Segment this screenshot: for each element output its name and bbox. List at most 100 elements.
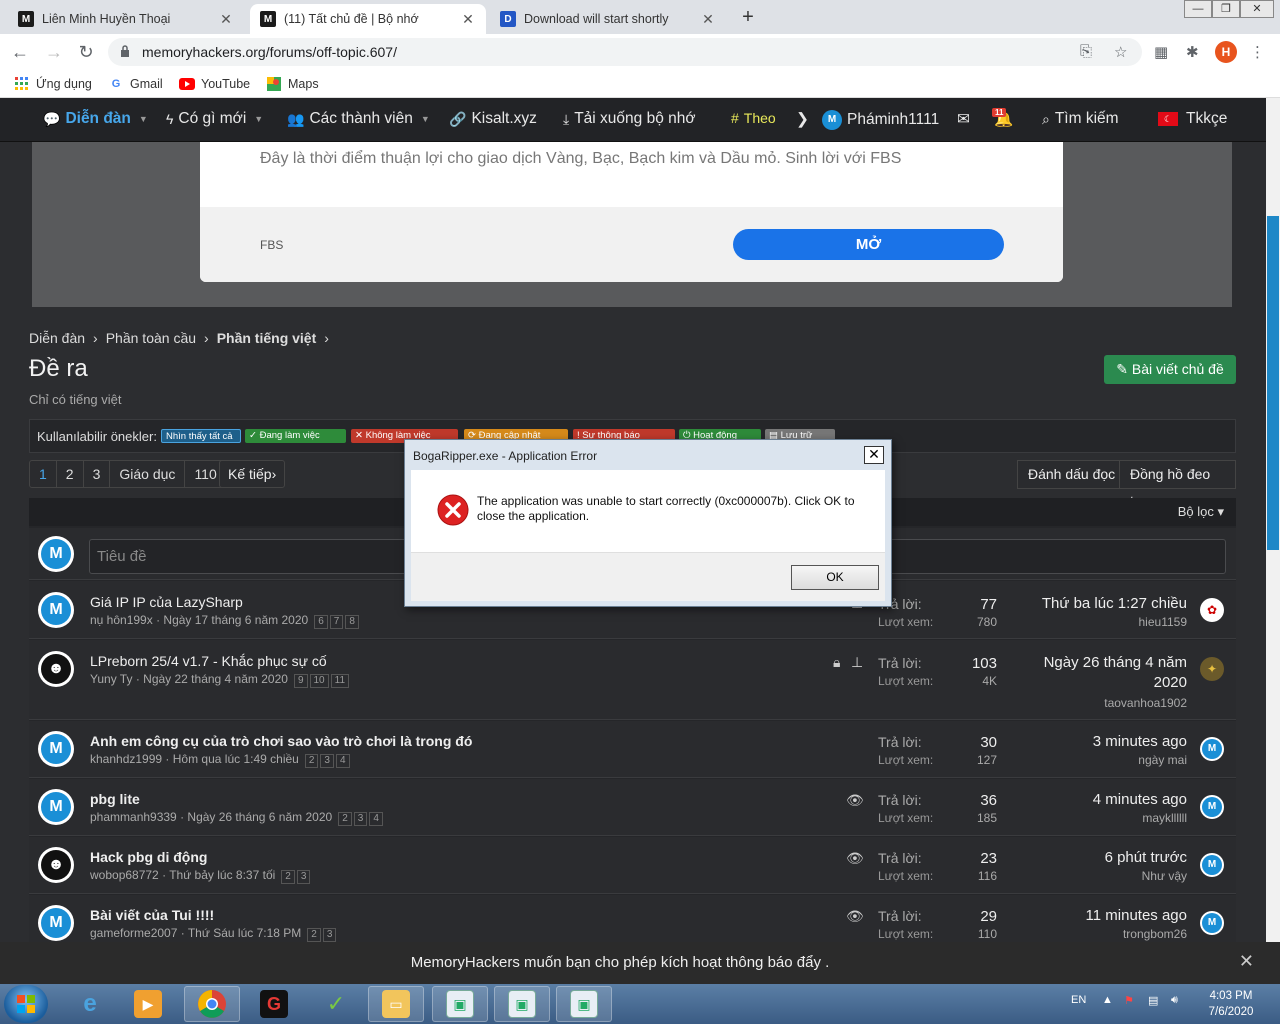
thread-date[interactable]: Ngày 17 tháng 6 năm 2020 xyxy=(163,613,308,627)
bookmark-maps[interactable]: Maps xyxy=(266,76,319,92)
nav-language[interactable]: ☾ Tkkçe xyxy=(1158,110,1227,128)
dialog-close-button[interactable]: ✕ xyxy=(864,446,884,464)
page-link[interactable]: 2 xyxy=(57,461,84,487)
last-post-time[interactable]: 6 phút trước xyxy=(1105,849,1187,866)
tab-close-icon[interactable]: ✕ xyxy=(460,11,476,28)
last-poster-avatar[interactable]: ✿ xyxy=(1200,598,1224,622)
tab-close-icon[interactable]: ✕ xyxy=(218,11,234,28)
minimize-button[interactable]: — xyxy=(1184,0,1212,18)
table-row[interactable]: ☻ Hack pbg di động wobop68772 · Thứ bảy … xyxy=(29,837,1236,894)
thread-date[interactable]: Ngày 22 tháng 4 năm 2020 xyxy=(143,672,288,686)
tab-close-icon[interactable]: ✕ xyxy=(700,11,716,28)
taskbar-explorer[interactable]: ▭ xyxy=(368,986,424,1022)
page-jump[interactable]: Giáo dục xyxy=(110,461,186,487)
restore-button[interactable]: ❐ xyxy=(1212,0,1240,18)
thread-date[interactable]: Ngày 26 tháng 6 năm 2020 xyxy=(187,810,332,824)
filter-dropdown[interactable]: Bộ lọc ▾ xyxy=(1178,504,1224,520)
close-icon[interactable]: ✕ xyxy=(1239,951,1254,972)
last-poster[interactable]: ngày mai xyxy=(1138,753,1187,767)
last-poster-avatar[interactable]: M xyxy=(1200,737,1224,761)
thread-page-link[interactable]: 2 xyxy=(304,754,319,768)
chevron-right-icon[interactable]: ❯ xyxy=(796,110,809,129)
extensions-puzzle-icon[interactable]: ✱ xyxy=(1186,43,1199,61)
thread-page-link[interactable]: 2 xyxy=(338,812,352,826)
last-poster[interactable]: maykllllll xyxy=(1142,811,1187,825)
thread-author[interactable]: gameforme2007 xyxy=(90,926,177,940)
watch-forum-button[interactable]: Đồng hồ đeo tay xyxy=(1119,460,1236,509)
bookmark-star-icon[interactable]: ☆ xyxy=(1114,43,1127,61)
thread-author[interactable]: nụ hôn199x xyxy=(90,613,153,627)
language-indicator[interactable]: EN xyxy=(1071,994,1086,1006)
avatar[interactable]: M xyxy=(38,905,74,941)
thread-title[interactable]: Anh em công cụ của trò chơi sao vào trò … xyxy=(90,733,472,749)
mark-read-button[interactable]: Đánh dấu đọc xyxy=(1017,460,1127,489)
thread-title[interactable]: pbg lite xyxy=(90,791,140,807)
action-center-flag-icon[interactable]: ⚑ xyxy=(1124,994,1134,1007)
page-link[interactable]: 3 xyxy=(84,461,111,487)
last-poster-avatar[interactable]: M xyxy=(1200,911,1224,935)
thread-author[interactable]: khanhdz1999 xyxy=(90,752,162,766)
forward-arrow-icon[interactable]: → xyxy=(42,40,66,64)
thread-page-link[interactable]: 3 xyxy=(353,812,368,826)
taskbar-media-player[interactable]: ▶ xyxy=(120,986,176,1022)
thread-date[interactable]: Thứ Sáu lúc 7:18 PM xyxy=(188,926,301,940)
page-link[interactable]: 1 xyxy=(30,461,57,487)
address-bar[interactable]: memoryhackers.org/forums/off-topic.607/ … xyxy=(108,38,1142,66)
last-poster-avatar[interactable]: M xyxy=(1200,795,1224,819)
thread-author[interactable]: phammanh9339 xyxy=(90,810,177,824)
nav-members[interactable]: 👥 Các thành viên ▼ xyxy=(287,110,430,128)
thread-page-link[interactable]: 3 xyxy=(296,870,311,884)
last-post-time[interactable]: Ngày 26 tháng 4 năm xyxy=(1044,654,1187,671)
thread-title[interactable]: Bài viết của Tui !!!! xyxy=(90,907,214,923)
thread-title[interactable]: Hack pbg di động xyxy=(90,849,207,865)
start-button[interactable] xyxy=(4,985,48,1023)
menu-kebab-icon[interactable]: ⋮ xyxy=(1250,43,1265,61)
network-icon[interactable]: ▤ xyxy=(1148,994,1158,1007)
browser-tab-active[interactable]: M (11) Tất chủ đề | Bộ nhớ ✕ xyxy=(250,4,486,34)
last-poster[interactable]: hieu1159 xyxy=(1139,615,1188,629)
last-post-time[interactable]: 3 minutes ago xyxy=(1093,733,1187,750)
taskbar-window[interactable]: ▣ xyxy=(494,986,550,1022)
last-poster[interactable]: taovanhoa1902 xyxy=(1104,696,1187,710)
thread-page-link[interactable]: 6 xyxy=(314,615,328,629)
reload-icon[interactable]: ↻ xyxy=(74,40,98,64)
chevron-down-icon[interactable]: ▼ xyxy=(254,114,263,124)
volume-icon[interactable]: 🔊︎ xyxy=(1171,994,1178,1007)
thread-page-link[interactable]: 11 xyxy=(330,674,350,688)
new-tab-button[interactable]: + xyxy=(736,6,760,30)
thread-title[interactable]: LPreborn 25/4 v1.7 - Khắc phục sự cố xyxy=(90,653,327,669)
taskbar-garena[interactable]: G xyxy=(246,986,302,1022)
browser-tab[interactable]: D Download will start shortly ✕ xyxy=(490,4,726,34)
avatar[interactable]: M xyxy=(38,731,74,767)
back-arrow-icon[interactable]: ← xyxy=(8,40,32,64)
thread-page-link[interactable]: 10 xyxy=(309,674,329,688)
last-post-time[interactable]: Thứ ba lúc 1:27 chiều xyxy=(1042,595,1187,612)
avatar[interactable]: M xyxy=(38,592,74,628)
last-poster[interactable]: trongbom26 xyxy=(1123,927,1187,941)
avatar[interactable]: M xyxy=(38,789,74,825)
ad-card[interactable]: Đây là thời điểm thuận lợi cho giao dịch… xyxy=(200,142,1063,282)
thread-page-link[interactable]: 9 xyxy=(293,674,308,688)
last-post-time[interactable]: 4 minutes ago xyxy=(1093,791,1187,808)
nav-forums[interactable]: 💬 Diễn đàn ▼ xyxy=(43,110,148,128)
thread-page-link[interactable]: 2 xyxy=(281,870,295,884)
nav-whats-new[interactable]: ϟ Có gì mới ▼ xyxy=(166,110,263,128)
table-row[interactable]: M Anh em công cụ của trò chơi sao vào tr… xyxy=(29,721,1236,778)
bookmark-gmail[interactable]: G Gmail xyxy=(108,76,163,92)
nav-user[interactable]: M Pháminh1111 xyxy=(822,110,939,130)
taskbar-window[interactable]: ▣ xyxy=(432,986,488,1022)
thread-page-link[interactable]: 7 xyxy=(329,615,344,629)
table-row[interactable]: M Bài viết của Tui !!!! gameforme2007 · … xyxy=(29,895,1236,942)
scrollbar-thumb[interactable] xyxy=(1267,216,1279,550)
thread-page-link[interactable]: 3 xyxy=(320,754,334,768)
chevron-down-icon[interactable]: ▼ xyxy=(139,114,148,124)
prefix-all[interactable]: Nhìn thấy tất cả xyxy=(161,429,241,443)
nav-kisalt[interactable]: 🔗 Kisalt.xyz xyxy=(449,110,537,128)
avatar[interactable]: ☻ xyxy=(38,847,74,883)
table-row[interactable]: ☻ LPreborn 25/4 v1.7 - Khắc phục sự cố Y… xyxy=(29,640,1236,720)
profile-avatar[interactable]: H xyxy=(1215,41,1237,63)
bookmark-apps[interactable]: Ứng dụng xyxy=(14,76,92,92)
nav-search[interactable]: ⌕ Tìm kiếm xyxy=(1042,110,1119,128)
close-window-button[interactable]: ✕ xyxy=(1240,0,1274,18)
thread-page-link[interactable]: 4 xyxy=(369,812,383,826)
